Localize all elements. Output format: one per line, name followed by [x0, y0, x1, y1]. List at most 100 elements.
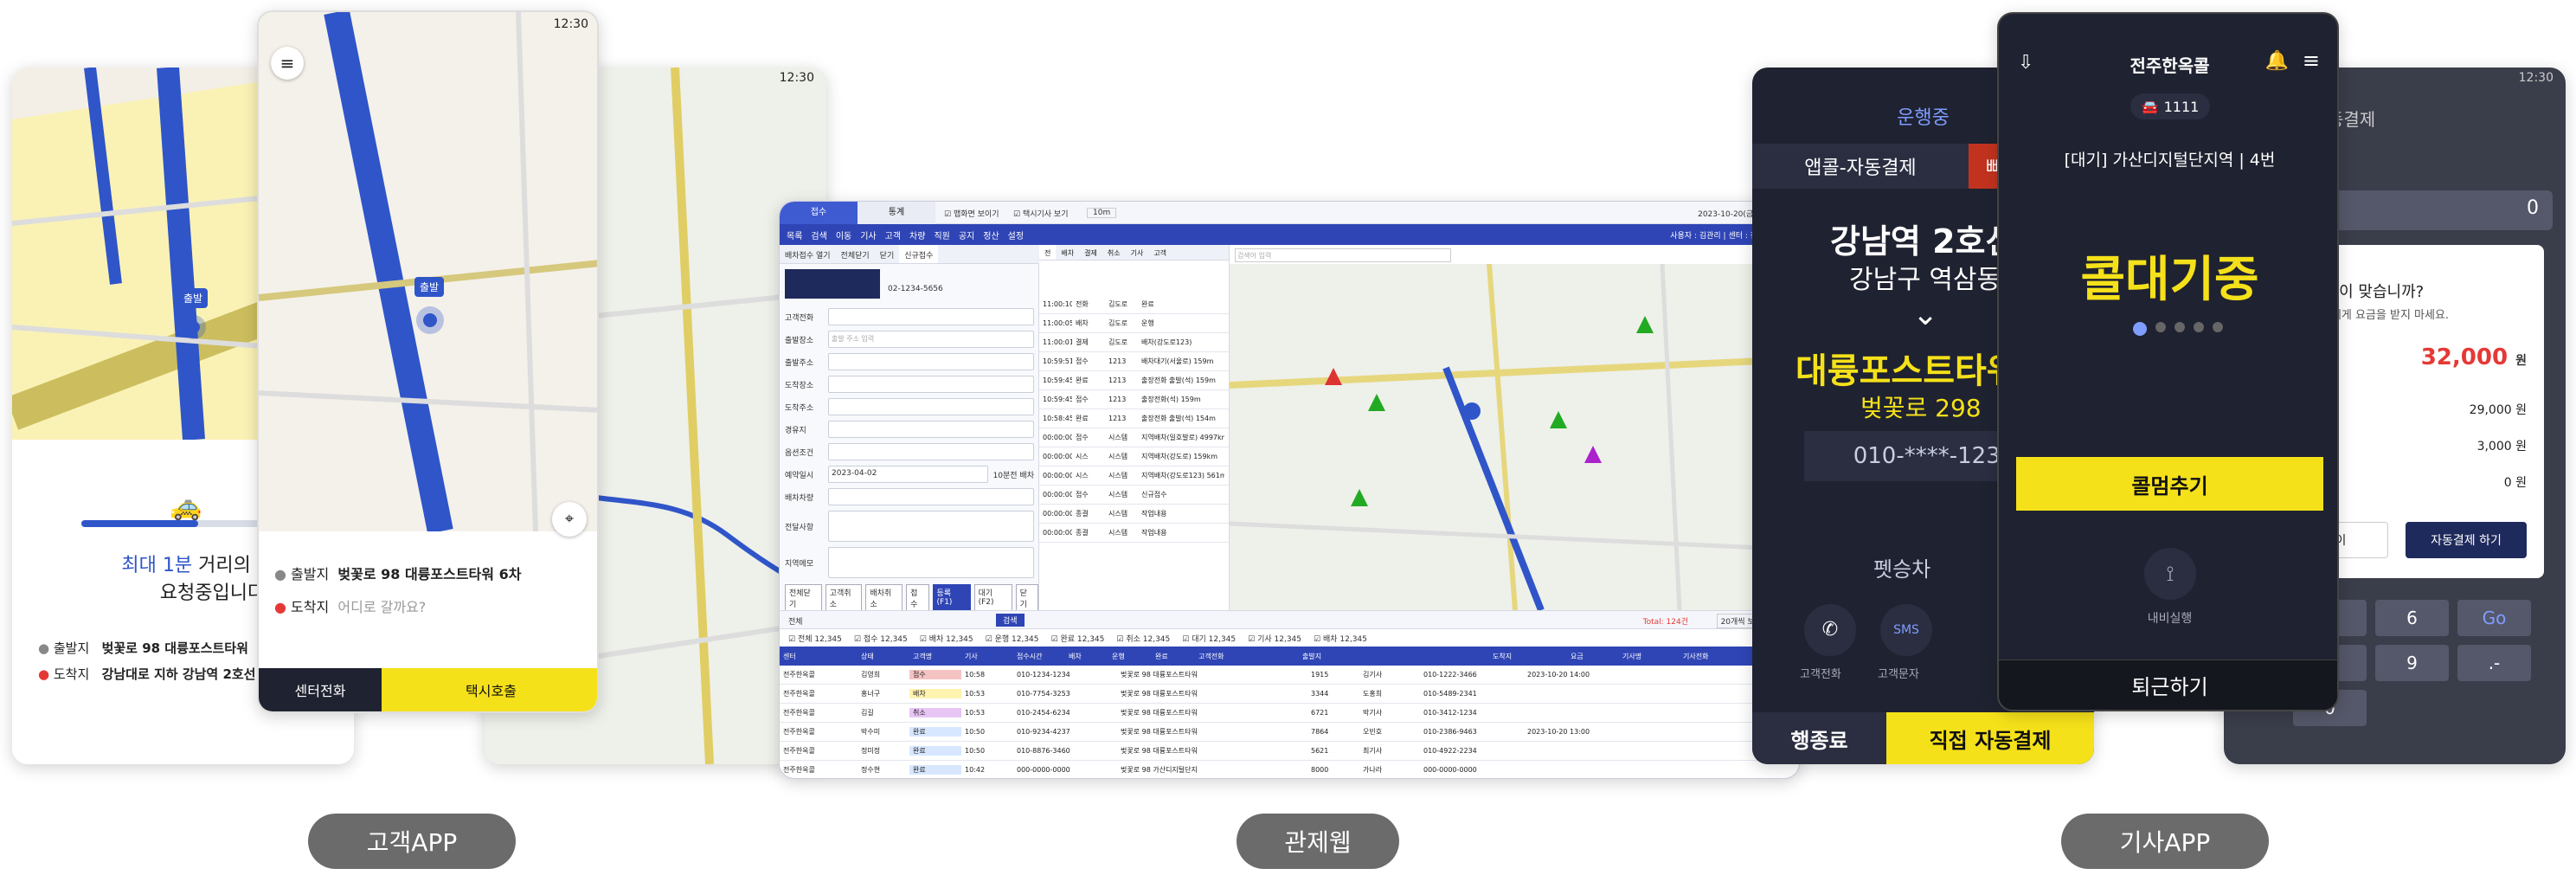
keypad-key[interactable]: 6 [2375, 600, 2449, 636]
event-row[interactable]: 10:58:45 완료 1213 출장전화 출발(석) 154m [1039, 409, 1229, 428]
driver-tab-auto-pay[interactable]: 앱콜-자동결제 [1752, 144, 1969, 189]
table-row[interactable]: 전주한옥콜 정미정 완료 10:50 010-8876-3460 벚꽃로 98 대륭포스트… [780, 742, 1799, 761]
event-row[interactable]: 10:59:45 접수 1213 출장전화(석) 159m [1039, 390, 1229, 409]
event-row[interactable]: 10:59:45 완료 1213 출장전화 출발(석) 159m [1039, 371, 1229, 390]
table-header-cell[interactable]: 출발지 [1299, 652, 1489, 661]
table-row[interactable]: 전주한옥콜 김길 취소 10:53 010-2454-6234 벚꽃로 98 대륭포스트타… [780, 704, 1799, 723]
status-count[interactable]: ☑ 완료 12,345 [1051, 633, 1105, 644]
close-button[interactable]: 닫기 [1015, 584, 1039, 612]
event-row[interactable]: 00:00:00 접수 시스템 지역배차(일호발로) 4997km [1039, 428, 1229, 447]
control-map[interactable]: 검색어 입력 [1230, 245, 1799, 610]
stop-call-button[interactable]: 콜멈추기 [2016, 457, 2323, 511]
tab-open-all[interactable]: 배차접수 열기 [780, 245, 836, 263]
tab-reception[interactable]: 접수 [780, 202, 858, 224]
table-header-cell[interactable]: 접수시간 [1013, 652, 1065, 661]
current-location-icon[interactable]: ⌖ [552, 502, 587, 537]
toolbar-vehicle[interactable]: 차량 [909, 228, 925, 241]
table-header-cell[interactable]: 기사명 [1619, 652, 1680, 661]
table-header-cell[interactable]: 운행 [1108, 652, 1152, 661]
mid-tab-cancel[interactable]: 취소 [1102, 245, 1126, 260]
tab-close-all[interactable]: 전체닫기 [836, 245, 875, 263]
cancel-dispatch-button[interactable]: 배차취소 [865, 584, 903, 612]
origin-input[interactable]: 출발 주소 입력 [828, 331, 1034, 348]
tab-statistics[interactable]: 통계 [858, 202, 935, 224]
toolbar-staff[interactable]: 직원 [934, 228, 949, 241]
message-input[interactable] [828, 511, 1034, 542]
status-count[interactable]: ☑ 배차 12,345 [920, 633, 973, 644]
phone-input[interactable] [828, 308, 1034, 325]
table-header-cell[interactable]: 배차 [1065, 652, 1108, 661]
toolbar-settle[interactable]: 정산 [983, 228, 999, 241]
leave-work-button[interactable]: 퇴근하기 [1999, 659, 2337, 710]
mid-tab-driver[interactable]: 기사 [1126, 245, 1149, 260]
phone-icon[interactable]: ✆ [1804, 604, 1856, 656]
menu-icon[interactable]: ≡ [271, 47, 304, 80]
call-center-button[interactable]: 센터전화 [259, 668, 382, 711]
toolbar-customer[interactable]: 고객 [885, 228, 901, 241]
origin-address-input[interactable] [828, 353, 1034, 370]
keypad-key[interactable]: 9 [2375, 645, 2449, 681]
status-count[interactable]: ☑ 취소 12,345 [1116, 633, 1170, 644]
table-header-cell[interactable]: 고객명 [909, 652, 961, 661]
reserve-after[interactable]: 10분전 배차 [993, 469, 1039, 480]
auto-pay-button[interactable]: 자동결제 하기 [2406, 522, 2527, 558]
driver-check[interactable]: ☑ 택시기사 보기 [1013, 208, 1068, 219]
close-all-button[interactable]: 전체닫기 [785, 584, 822, 612]
cancel-customer-button[interactable]: 고객취소 [825, 584, 863, 612]
table-header-cell[interactable]: 완료 [1152, 652, 1195, 661]
toolbar-settings[interactable]: 설정 [1008, 228, 1024, 241]
table-header-cell[interactable]: 고객전화 [1195, 652, 1299, 661]
filter-all[interactable]: 전체 [788, 615, 803, 627]
waypoint-input[interactable] [828, 421, 1034, 438]
map-check[interactable]: ☑ 맵화면 보이기 [944, 208, 999, 219]
tab-close[interactable]: 닫기 [875, 245, 900, 263]
table-row[interactable]: 전주한옥콜 홍너구 배차 10:53 010-7754-3253 벚꽃로 98 대륭포스트… [780, 685, 1799, 704]
navigation-icon[interactable]: ⟟ [2144, 548, 2196, 600]
sms-icon[interactable]: SMS [1880, 604, 1932, 656]
mid-tab-all[interactable]: 전 [1039, 245, 1057, 260]
event-row[interactable]: 00:00:00 시스 시스템 지역배차(강도로123) 561m [1039, 466, 1229, 486]
map-search-input[interactable]: 검색어 입력 [1235, 248, 1451, 262]
vehicle-input[interactable] [828, 488, 1034, 505]
event-row[interactable]: 00:00:00 시스 시스템 지역배차(강도로) 159km [1039, 447, 1229, 466]
menu-icon[interactable]: ≡ [2303, 48, 2320, 73]
event-row[interactable]: 00:00:00 종결 시스템 작업내용 [1039, 505, 1229, 524]
wait-button[interactable]: 대기(F2) [973, 584, 1012, 612]
event-row[interactable]: 10:59:51 접수 1213 배차대기(서울로) 159m [1039, 352, 1229, 371]
origin-row[interactable]: ● 출발지 벚꽃로 98 대륭포스트타워 6차 [274, 563, 521, 583]
reception-button[interactable]: 접수 [906, 584, 929, 612]
table-header-cell[interactable]: 센터 [780, 652, 858, 661]
keypad-key[interactable]: .- [2457, 645, 2531, 681]
end-drive-button[interactable]: 행종료 [1752, 712, 1886, 764]
dest-input[interactable] [828, 376, 1034, 393]
status-count[interactable]: ☑ 대기 12,345 [1182, 633, 1236, 644]
memo-input[interactable] [828, 547, 1034, 578]
reserve-date-input[interactable]: 2023-04-02 [828, 466, 988, 483]
table-row[interactable]: 전주한옥콜 김영희 접수 10:58 010-1234-1234 벚꽃로 98 대륭포스트… [780, 666, 1799, 685]
mid-tab-payment[interactable]: 결제 [1079, 245, 1102, 260]
table-row[interactable]: 전주한옥콜 정수현 완료 10:42 000-0000-0000 벚꽃로 98 가산디지털… [780, 761, 1799, 778]
event-row[interactable]: 00:00:00 접수 시스템 신규접수 [1039, 486, 1229, 505]
register-button[interactable]: 등록(F1) [932, 584, 971, 612]
bell-icon[interactable]: 🔔 [2265, 50, 2289, 72]
table-header-cell[interactable]: 기사 [961, 652, 1013, 661]
options-input[interactable] [828, 443, 1034, 460]
filter-search-button[interactable]: 검색 [996, 614, 1025, 627]
event-row[interactable]: 11:00:10 전화 김도로 완료 [1039, 295, 1229, 314]
status-count[interactable]: ☑ 전체 12,345 [788, 633, 842, 644]
tab-new[interactable]: 신규접수 [899, 245, 939, 263]
toolbar-notice[interactable]: 공지 [959, 228, 974, 241]
event-row[interactable]: 11:00:01 결제 김도로 배차(강도로123) [1039, 333, 1229, 352]
table-header-cell[interactable]: 도착지 [1489, 652, 1567, 661]
radius-select[interactable]: 10m [1087, 208, 1117, 218]
table-header-cell[interactable]: 요금 [1567, 652, 1619, 661]
status-count[interactable]: ☑ 접수 12,345 [854, 633, 908, 644]
mid-tab-customer[interactable]: 고객 [1148, 245, 1172, 260]
keypad-key[interactable]: Go [2457, 600, 2531, 636]
dest-address-input[interactable] [828, 398, 1034, 415]
event-row[interactable]: 00:00:00 종결 시스템 작업내용 [1039, 524, 1229, 543]
status-count[interactable]: ☑ 운행 12,345 [986, 633, 1039, 644]
destination-row[interactable]: ● 도착지 어디로 갈까요? [274, 595, 426, 616]
mid-tab-dispatch[interactable]: 배차 [1056, 245, 1079, 260]
toolbar-list[interactable]: 목록 [787, 228, 802, 241]
